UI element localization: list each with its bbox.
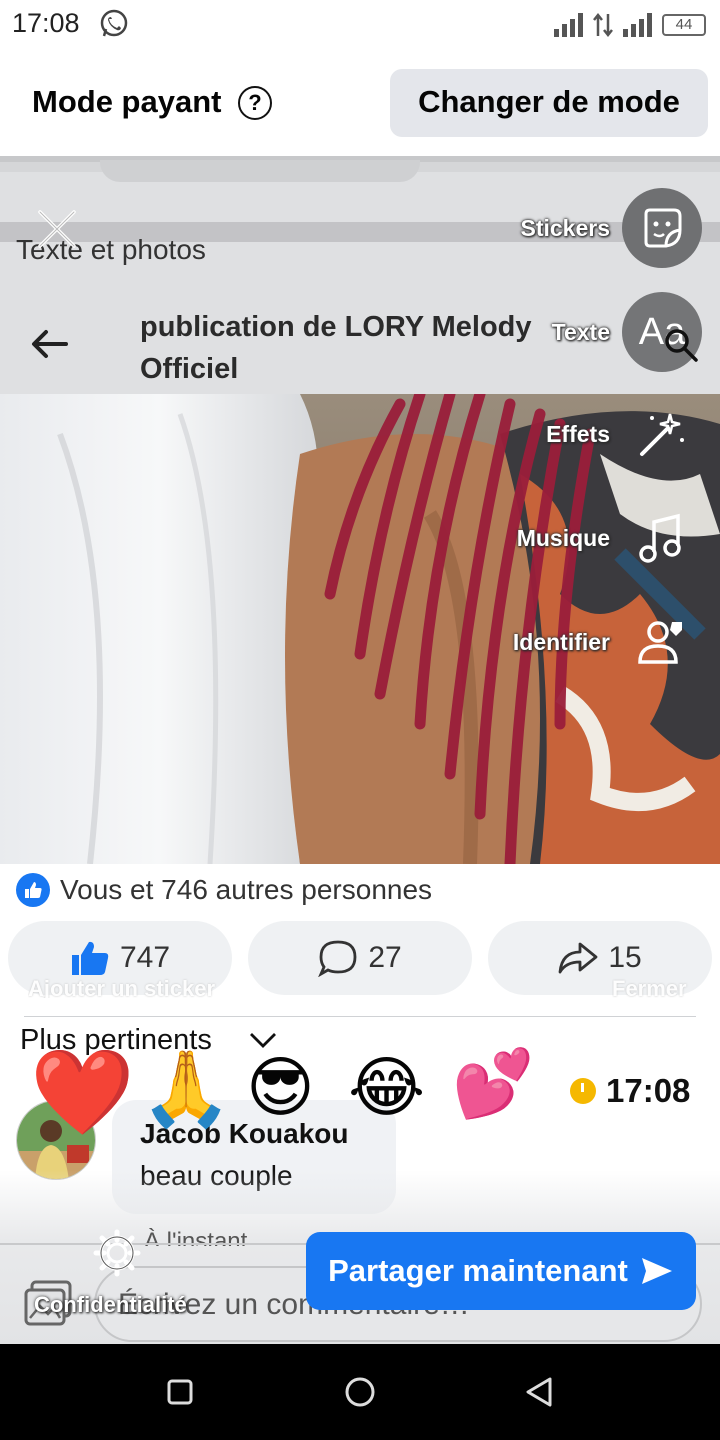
back-arrow-icon[interactable] (30, 328, 68, 360)
timer-text: 17:08 (606, 1072, 691, 1109)
reactions-summary-text: Vous et 746 autres personnes (60, 874, 433, 905)
add-sticker-label[interactable]: Ajouter un sticker (28, 976, 228, 998)
share-count: 15 (608, 941, 642, 974)
like-badge-icon (16, 873, 50, 907)
share-now-label: Partager maintenant (328, 1253, 628, 1288)
help-icon[interactable]: ? (238, 86, 272, 120)
sticker-icon (622, 188, 702, 268)
music-note-icon (622, 498, 702, 578)
signal-icons: 44 (554, 10, 706, 40)
home-icon[interactable] (340, 1372, 380, 1412)
story-timer[interactable]: 17:08 (570, 1072, 690, 1110)
divider (24, 1016, 696, 1017)
tool-text-label: Texte (551, 318, 610, 345)
tool-music[interactable]: Musique (480, 498, 702, 578)
privacy-label[interactable]: Confidentialité (34, 1292, 187, 1318)
gear-icon[interactable] (92, 1228, 142, 1278)
comment-button[interactable]: 27 (248, 921, 472, 995)
close-icon[interactable] (34, 206, 80, 252)
tool-identify-label: Identifier (512, 628, 610, 655)
tag-person-icon (622, 602, 702, 682)
close-label[interactable]: Fermer (612, 976, 702, 998)
heart-sticker[interactable]: ❤️ (30, 1050, 135, 1134)
clock-icon (570, 1078, 596, 1104)
tears-of-joy-sticker[interactable]: 😂 (348, 1054, 425, 1120)
praying-hands-sticker[interactable]: 🙏 (140, 1052, 232, 1126)
battery-level: 44 (675, 16, 693, 33)
tool-music-label: Musique (516, 524, 610, 551)
share-now-button[interactable]: Partager maintenant (306, 1232, 696, 1310)
magic-wand-icon (622, 394, 702, 474)
background-pill (100, 160, 420, 182)
battery-icon: 44 (662, 14, 706, 36)
sunglasses-sticker[interactable]: 😎 (246, 1054, 315, 1120)
tool-effects[interactable]: Effets (480, 394, 702, 474)
recent-apps-icon[interactable] (160, 1372, 200, 1412)
send-icon (641, 1258, 672, 1284)
tool-effects-label: Effets (546, 420, 610, 447)
search-icon[interactable] (662, 326, 700, 364)
reactions-summary[interactable]: Vous et 746 autres personnes (16, 872, 432, 908)
whatsapp-icon (100, 9, 128, 37)
share-arrow-icon (558, 942, 598, 974)
tool-identify[interactable]: Identifier (480, 602, 702, 682)
status-time: 17:08 (12, 8, 80, 38)
like-count: 747 (119, 941, 171, 974)
comment-icon (318, 940, 357, 977)
signal-strength-2-icon (623, 13, 652, 37)
back-icon[interactable] (520, 1372, 560, 1412)
change-mode-button[interactable]: Changer de mode (390, 69, 708, 137)
tool-stickers[interactable]: Stickers (480, 188, 702, 268)
two-hearts-sticker[interactable]: 💕 (452, 1050, 534, 1116)
chevron-down-icon[interactable] (248, 1030, 278, 1050)
data-transfer-icon (593, 12, 613, 38)
tool-stickers-label: Stickers (520, 214, 610, 241)
signal-strength-icon (554, 13, 583, 37)
thumbs-up-icon (71, 941, 109, 975)
comment-count: 27 (368, 941, 402, 974)
mode-title: Mode payant (32, 84, 222, 119)
